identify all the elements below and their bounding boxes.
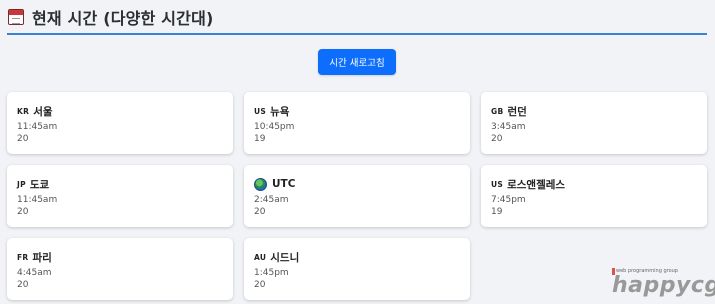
local-time: 11:45am xyxy=(17,195,58,205)
local-time: 7:45pm xyxy=(491,195,526,205)
time-card-paris: FR 파리 4:45am 20 xyxy=(7,238,233,300)
page-title: 현재 시간 (다양한 시간대) xyxy=(32,8,214,28)
local-time: 3:45am xyxy=(491,122,526,132)
time-card-tokyo: JP 도쿄 11:45am 20 xyxy=(7,165,233,227)
local-day: 20 xyxy=(17,134,29,144)
city-name: 파리 xyxy=(32,251,52,264)
refresh-time-button[interactable]: 시간 새로고침 xyxy=(318,49,396,75)
time-card-seoul: KR 서울 11:45am 20 xyxy=(7,92,233,154)
city-name: 시드니 xyxy=(270,251,300,264)
globe-icon xyxy=(254,177,267,191)
local-time: 10:45pm xyxy=(254,122,295,132)
time-card-london: GB 런던 3:45am 20 xyxy=(481,92,707,154)
local-day: 20 xyxy=(254,280,266,290)
city-name: 런던 xyxy=(507,105,527,118)
city-name: 뉴욕 xyxy=(270,105,290,118)
city-name: 도쿄 xyxy=(29,178,50,191)
watermark-logo: web programming group happycgi xyxy=(612,268,715,300)
country-code: AU xyxy=(254,252,267,262)
local-time: 2:45am xyxy=(254,195,289,205)
local-time: 11:45am xyxy=(17,122,58,132)
local-day: 19 xyxy=(254,134,266,144)
time-card-utc: UTC 2:45am 20 xyxy=(244,165,470,227)
local-time: 4:45am xyxy=(17,268,52,278)
city-name: 로스앤젤레스 xyxy=(507,178,566,191)
country-code: JP xyxy=(17,179,26,189)
local-time: 1:45pm xyxy=(254,268,289,278)
country-code: US xyxy=(491,179,504,189)
time-card-los-angeles: US 로스앤젤레스 7:45pm 19 xyxy=(481,165,707,227)
local-day: 19 xyxy=(491,207,503,217)
watermark-brand: happycgi xyxy=(612,273,715,298)
country-code: KR xyxy=(17,106,30,116)
time-card-sydney: AU 시드니 1:45pm 20 xyxy=(244,238,470,300)
calendar-icon xyxy=(8,8,24,25)
country-code: GB xyxy=(491,106,504,116)
local-day: 20 xyxy=(254,207,266,217)
city-name: 서울 xyxy=(33,105,53,118)
local-day: 20 xyxy=(491,134,503,144)
city-name: UTC xyxy=(272,178,296,190)
country-code: FR xyxy=(17,252,29,262)
country-code: US xyxy=(254,106,267,116)
local-day: 20 xyxy=(17,207,29,217)
page-header: 현재 시간 (다양한 시간대) xyxy=(7,0,707,35)
time-card-new-york: US 뉴욕 10:45pm 19 xyxy=(244,92,470,154)
local-day: 20 xyxy=(17,280,29,290)
